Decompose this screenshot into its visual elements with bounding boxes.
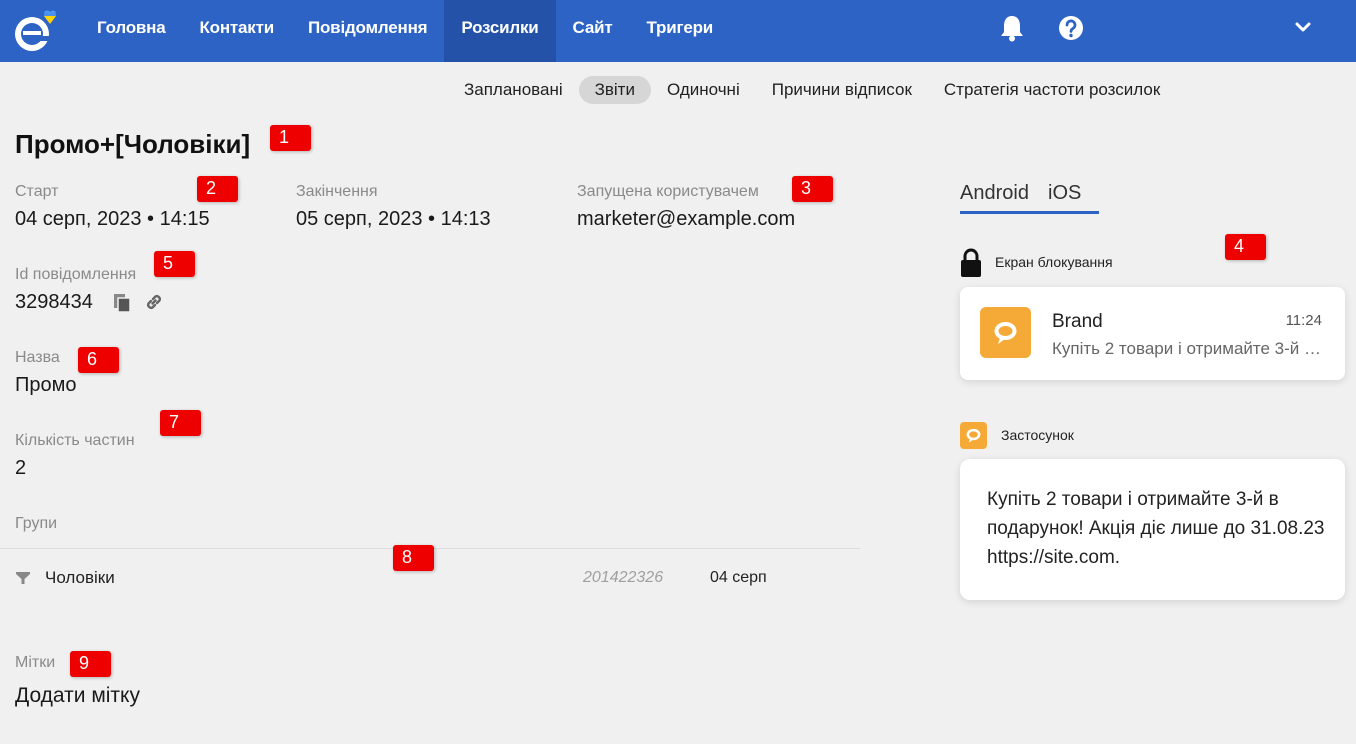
start-label: Старт <box>15 183 59 200</box>
add-tag-button[interactable]: Додати мітку <box>15 684 140 708</box>
annotation-badge: 9 <box>70 651 111 677</box>
notification-text: Купіть 2 товари і отримайте 3-й в подару… <box>1052 339 1327 358</box>
group-id: 201422326 <box>583 569 664 586</box>
nav-item-contacts[interactable]: Контакти <box>182 0 291 62</box>
in-app-message-text: Купіть 2 товари і отримайте 3-й в подару… <box>987 489 1325 568</box>
copy-icon[interactable] <box>112 293 132 313</box>
groups-label: Групи <box>15 515 58 532</box>
annotation-badge: 1 <box>270 125 311 151</box>
app-label: Застосунок <box>1001 427 1074 443</box>
os-tabs: Android iOS <box>960 180 1099 214</box>
message-id-value: 3298434 <box>15 291 93 313</box>
app-logo-icon[interactable] <box>13 9 57 53</box>
launched-by-label: Запущена користувачем <box>577 183 759 200</box>
tab-ios[interactable]: iOS <box>1040 180 1099 214</box>
message-id-label: Id повідомлення <box>15 266 137 283</box>
nav-item-messages[interactable]: Повідомлення <box>291 0 444 62</box>
annotation-badge: 4 <box>1225 234 1266 260</box>
notification-time: 11:24 <box>1285 312 1322 329</box>
subtabs-bar: Заплановані Звіти Одиночні Причини відпи… <box>448 75 1176 105</box>
group-date: 04 серп <box>710 569 767 586</box>
in-app-message-card: Купіть 2 товари і отримайте 3-й в подару… <box>960 459 1345 600</box>
tags-label: Мітки <box>15 654 56 671</box>
end-value: 05 серп, 2023 • 14:13 <box>296 208 491 230</box>
chat-bubble-icon <box>966 428 981 443</box>
end-label: Закінчення <box>296 183 378 200</box>
tab-android[interactable]: Android <box>960 180 1040 214</box>
launched-by-value: marketer@example.com <box>577 208 796 230</box>
nav-item-triggers[interactable]: Тригери <box>629 0 730 62</box>
group-row[interactable]: Чоловіки 201422326 04 серп <box>0 560 860 596</box>
annotation-badge: 5 <box>154 251 195 277</box>
name-value: Промо <box>15 374 77 396</box>
nav-item-campaigns[interactable]: Розсилки <box>444 0 556 62</box>
nav-item-home[interactable]: Головна <box>80 0 182 62</box>
chevron-down-icon[interactable] <box>1294 18 1312 36</box>
notification-brand: Brand <box>1052 311 1103 332</box>
bell-icon[interactable] <box>999 14 1025 42</box>
app-icon <box>980 307 1031 358</box>
annotation-badge: 2 <box>197 176 238 202</box>
top-nav-bar: Головна Контакти Повідомлення Розсилки С… <box>0 0 1356 62</box>
filter-icon <box>16 572 30 584</box>
subtab-frequency-strategy[interactable]: Стратегія частоти розсилок <box>928 76 1176 104</box>
nav-item-site[interactable]: Сайт <box>556 0 630 62</box>
parts-count-label: Кількість частин <box>15 432 135 449</box>
annotation-badge: 3 <box>792 176 833 202</box>
app-icon <box>960 422 987 449</box>
subtab-reports[interactable]: Звіти <box>578 76 651 104</box>
parts-count-value: 2 <box>15 457 27 479</box>
subtab-single[interactable]: Одиночні <box>651 76 756 104</box>
lock-screen-label: Екран блокування <box>995 254 1113 270</box>
chat-bubble-icon <box>994 322 1017 344</box>
subtab-scheduled[interactable]: Заплановані <box>448 76 579 104</box>
annotation-badge: 6 <box>78 347 119 373</box>
start-value: 04 серп, 2023 • 14:15 <box>15 208 210 230</box>
name-label: Назва <box>15 349 60 366</box>
help-icon[interactable] <box>1058 15 1084 41</box>
page-title: Промо+[Чоловіки] <box>15 129 251 159</box>
lock-icon <box>961 248 981 277</box>
group-name: Чоловіки <box>45 568 115 587</box>
lock-screen-notification: Brand 11:24 Купіть 2 товари і отримайте … <box>960 287 1345 380</box>
link-icon[interactable] <box>144 292 164 312</box>
annotation-badge: 7 <box>160 410 201 436</box>
subtab-unsubscribe-reasons[interactable]: Причини відписок <box>756 76 928 104</box>
